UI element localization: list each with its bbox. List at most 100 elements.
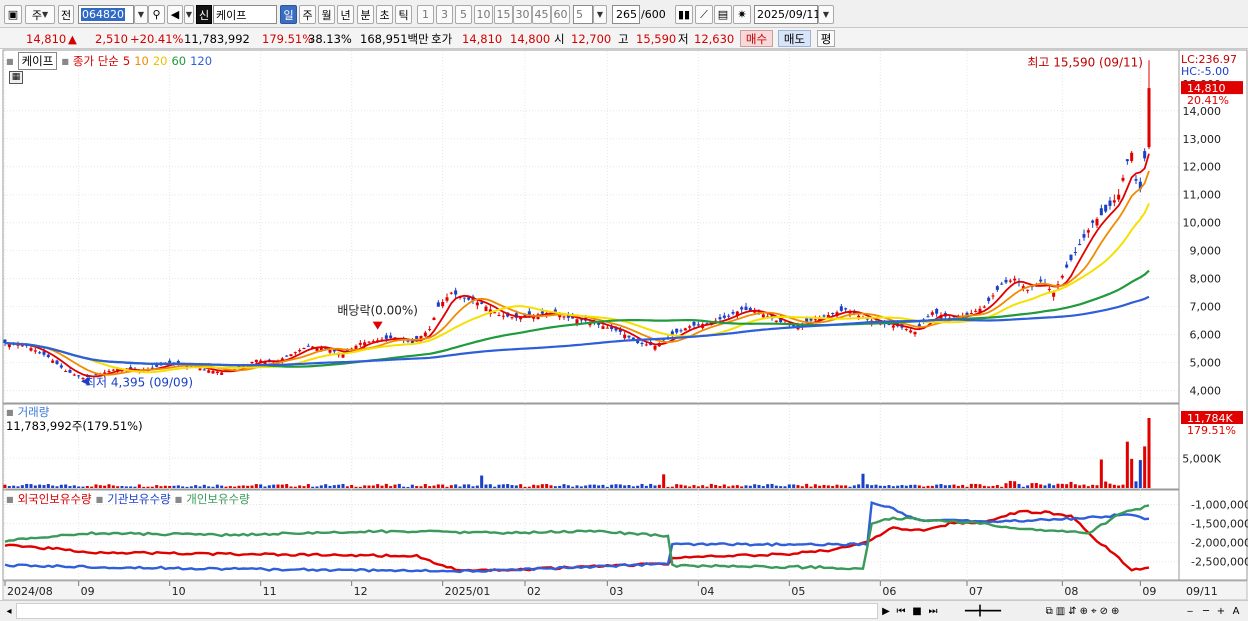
volume-bar [116, 486, 120, 488]
volume-bar [813, 484, 817, 488]
volume-bar [1143, 446, 1147, 488]
volume-bar [627, 484, 631, 488]
high-annotation: 최고 15,590 (09/11) [1027, 55, 1143, 69]
candle-body [995, 286, 999, 290]
minus-icon[interactable]: ─ [1199, 603, 1213, 619]
volume-bar [683, 485, 687, 488]
volume-bar [315, 486, 319, 488]
volume-bar [705, 486, 709, 488]
candle-body [1112, 200, 1116, 203]
volume-bar [293, 486, 297, 488]
grid-table-icon[interactable]: ▦ [9, 71, 23, 84]
volume-bar [1065, 484, 1069, 488]
volume-bar [163, 485, 167, 488]
candle-body [1095, 218, 1099, 226]
volume-bar [319, 485, 323, 488]
pane-handle-icon[interactable]: ■ [61, 57, 69, 66]
candle-body [1104, 204, 1108, 212]
candle-body [935, 309, 939, 314]
volume-bar [848, 486, 852, 488]
rewind-icon[interactable]: ⏮ [894, 603, 908, 619]
holding-tick-label: -1,000,000 [1191, 498, 1248, 511]
volume-bar [263, 486, 267, 488]
candle-body [1078, 244, 1082, 246]
candle-body [969, 312, 973, 314]
zoom-slider[interactable]: ━━╋━━━ [948, 603, 1018, 619]
candle-body [111, 369, 115, 371]
volume-bar [649, 483, 653, 488]
horizontal-scrollbar[interactable] [16, 603, 878, 619]
volume-bar [1017, 483, 1021, 488]
volume-bar [181, 486, 185, 488]
candle-body [1082, 234, 1086, 238]
volume-bar [90, 486, 94, 488]
volume-bar [1104, 481, 1108, 488]
volume-bar [1043, 485, 1047, 488]
volume-bar [1091, 484, 1095, 488]
legend-stock-name[interactable]: 케이프 [17, 52, 58, 70]
volume-bar [800, 486, 804, 488]
chart-area[interactable]: 4,000 5,000 6,000 7,000 8,000 9,000 10,000 11,0… [0, 0, 1248, 600]
candle-body [605, 327, 609, 329]
volume-bar [623, 485, 627, 488]
auto-icon[interactable]: A [1229, 603, 1243, 619]
candle-body [844, 308, 848, 310]
x-tick-label: 11 [263, 585, 277, 598]
volume-bar [384, 483, 388, 488]
pane-handle-icon[interactable]: ■ [6, 57, 14, 66]
volume-bar [202, 484, 206, 488]
volume-bar [46, 484, 50, 488]
forward-icon[interactable]: ⏭ [926, 603, 940, 619]
candle-body [692, 321, 696, 326]
volume-bar [77, 486, 81, 488]
pane-handle-icon[interactable]: ■ [96, 495, 104, 504]
candle-body [1008, 280, 1012, 282]
candle-body [904, 329, 908, 331]
tool-icons[interactable]: ⧉▥⇵⊕⌖⊘⊕ [1024, 603, 1144, 619]
pane-handle-icon[interactable]: ■ [6, 495, 14, 504]
holding-tick-label: -2,000,000 [1191, 537, 1248, 550]
play-icon[interactable]: ▶ [880, 603, 892, 619]
volume-bar [107, 484, 111, 488]
volume-bar [194, 485, 198, 488]
volume-bar [159, 486, 163, 488]
pane-handle-icon[interactable]: ■ [6, 408, 14, 417]
stop-icon[interactable]: ■ [910, 603, 924, 619]
volume-bar [324, 484, 328, 488]
volume-bar [965, 486, 969, 488]
candle-body [454, 290, 458, 295]
candle-body [341, 354, 345, 358]
volume-bar [428, 486, 432, 488]
volume-bar [549, 485, 553, 488]
volume-bar [111, 485, 115, 488]
volume-bar [354, 486, 358, 488]
candle-body [1121, 177, 1125, 181]
zoom-out-icon[interactable]: ‒ [1183, 603, 1197, 619]
scroll-left-icon[interactable]: ◂ [3, 603, 15, 619]
volume-bar [995, 485, 999, 488]
plus-icon[interactable]: + [1214, 603, 1228, 619]
candle-body [358, 343, 362, 345]
candle-body [1134, 179, 1138, 181]
volume-bar [1034, 483, 1038, 488]
candle-body [484, 306, 488, 312]
volume-bar [146, 486, 150, 488]
volume-bar [81, 486, 85, 488]
candle-body [367, 341, 371, 343]
candle-body [653, 345, 657, 350]
volume-bar [306, 484, 310, 488]
volume-bar [558, 485, 562, 488]
candle-body [302, 347, 306, 349]
volume-bar [189, 486, 193, 488]
candle-body [202, 369, 206, 371]
volume-bar [874, 484, 878, 488]
volume-bar [38, 484, 42, 488]
volume-bar [137, 484, 141, 488]
pane-handle-icon[interactable]: ■ [175, 495, 183, 504]
volume-bar [575, 485, 579, 488]
volume-bar [757, 484, 761, 488]
x-tick-label: 02 [527, 585, 541, 598]
last-date-label: 09/11 [1186, 585, 1218, 598]
volume-bar [662, 474, 666, 488]
candle-body [384, 335, 388, 339]
